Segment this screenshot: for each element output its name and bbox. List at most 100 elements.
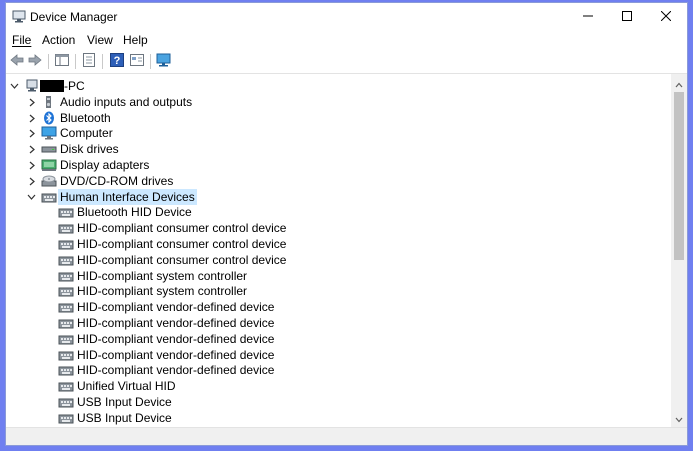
dvd-drive-icon: [41, 174, 57, 188]
hid-device-icon: [58, 379, 74, 393]
tree-device-item[interactable]: USB Input Device: [6, 410, 606, 426]
svg-text:?: ?: [114, 55, 121, 67]
tree-category-computer[interactable]: Computer: [6, 125, 606, 141]
close-button[interactable]: [643, 3, 689, 30]
menu-help[interactable]: Help: [123, 33, 148, 47]
chevron-right-icon[interactable]: [27, 157, 36, 173]
menu-file[interactable]: File: [12, 33, 31, 47]
hid-device-icon: [58, 205, 74, 219]
menu-action[interactable]: Action: [42, 33, 75, 47]
show-hide-tree-button[interactable]: [54, 53, 70, 69]
tree-device-label: Unified Virtual HID: [77, 379, 176, 393]
title-bar[interactable]: Device Manager: [6, 3, 687, 30]
tree-device-label: HID-compliant consumer control device: [77, 221, 287, 235]
back-button[interactable]: [9, 53, 25, 69]
back-arrow-icon: [10, 53, 24, 69]
close-icon: [660, 10, 672, 24]
tree-device-label: HID-compliant consumer control device: [77, 253, 287, 267]
tree-device-label: HID-compliant vendor-defined device: [77, 300, 275, 314]
tree-device-item[interactable]: HID-compliant vendor-defined device: [6, 362, 606, 378]
console-tree-icon: [55, 53, 69, 69]
menu-bar: File Action View Help: [6, 30, 687, 50]
help-button[interactable]: ?: [109, 52, 125, 69]
toolbar-separator: [75, 54, 76, 69]
tree-device-item[interactable]: HID-compliant vendor-defined device: [6, 347, 606, 363]
device-tree: -PC Audio inputs and outputs Bluetooth Com…: [6, 74, 673, 430]
hid-device-icon: [58, 348, 74, 362]
tree-device-item[interactable]: HID-compliant system controller: [6, 268, 606, 284]
tree-device-item[interactable]: HID-compliant consumer control device: [6, 252, 606, 268]
properties-icon: [83, 52, 95, 70]
toolbar-separator: [48, 54, 49, 69]
properties-button[interactable]: [81, 52, 97, 70]
window-title: Device Manager: [30, 10, 118, 24]
tree-device-item[interactable]: HID-compliant consumer control device: [6, 220, 606, 236]
tree-device-label: USB Input Device: [77, 411, 172, 425]
tree-category-audio-inputs-and-outputs[interactable]: Audio inputs and outputs: [6, 94, 606, 110]
computer-icon: [41, 126, 57, 140]
hid-device-icon: [58, 411, 74, 425]
chevron-right-icon[interactable]: [27, 173, 36, 189]
tree-category-bluetooth[interactable]: Bluetooth: [6, 110, 606, 126]
device-manager-app-icon: [12, 10, 26, 23]
vertical-scrollbar[interactable]: [671, 74, 687, 430]
tree-device-item[interactable]: HID-compliant vendor-defined device: [6, 299, 606, 315]
hid-device-icon: [58, 332, 74, 346]
tree-device-item[interactable]: Unified Virtual HID: [6, 378, 606, 394]
toolbar-separator: [150, 54, 151, 69]
tree-device-item[interactable]: HID-compliant consumer control device: [6, 236, 606, 252]
device-manager-window: Device Manager File Action View Help ? -…: [5, 2, 688, 446]
tree-category-label: Audio inputs and outputs: [60, 95, 193, 109]
tree-device-item[interactable]: HID-compliant vendor-defined device: [6, 331, 606, 347]
chevron-down-icon[interactable]: [10, 78, 19, 94]
hid-device-icon: [58, 221, 74, 235]
tree-device-label: HID-compliant vendor-defined device: [77, 348, 275, 362]
hid-device-icon: [58, 269, 74, 283]
tree-device-label: USB Input Device: [77, 395, 172, 409]
tree-category-display-adapters[interactable]: Display adapters: [6, 157, 606, 173]
scan-hardware-button[interactable]: [156, 53, 172, 69]
tree-category-label: Computer: [60, 126, 113, 140]
tree-category-label: Bluetooth: [60, 111, 111, 125]
menu-help-label: Help: [123, 33, 148, 47]
hid-device-icon: [58, 253, 74, 267]
tree-category-dvd-cd-rom-drives[interactable]: DVD/CD-ROM drives: [6, 173, 606, 189]
menu-action-label: Action: [42, 33, 76, 47]
menu-view[interactable]: View: [87, 33, 113, 47]
chevron-down-icon[interactable]: [27, 189, 36, 205]
tree-device-label: Bluetooth HID Device: [77, 205, 192, 219]
computer-pc-icon: [24, 79, 40, 93]
chevron-right-icon[interactable]: [27, 125, 36, 141]
hid-device-icon: [58, 237, 74, 251]
tree-device-item[interactable]: HID-compliant vendor-defined device: [6, 315, 606, 331]
tree-category-label: Disk drives: [60, 142, 119, 156]
tree-device-item[interactable]: HID-compliant system controller: [6, 283, 606, 299]
chevron-right-icon[interactable]: [27, 141, 36, 157]
scroll-down-icon[interactable]: [675, 412, 683, 426]
hid-device-icon: [58, 284, 74, 298]
update-driver-icon: [130, 53, 144, 69]
tree-category-label: DVD/CD-ROM drives: [60, 174, 174, 188]
scan-hardware-icon: [156, 53, 172, 70]
tree-root-label: -PC: [64, 79, 85, 93]
toolbar: ?: [6, 50, 687, 74]
scroll-up-icon[interactable]: [675, 77, 683, 91]
tree-device-item[interactable]: USB Input Device: [6, 394, 606, 410]
tree-device-label: HID-compliant vendor-defined device: [77, 332, 275, 346]
tree-root-pc[interactable]: -PC: [6, 78, 606, 94]
tree-device-item[interactable]: Bluetooth HID Device: [6, 204, 606, 220]
display-adapter-icon: [41, 158, 57, 172]
horizontal-scrollbar[interactable]: [6, 427, 687, 445]
forward-button[interactable]: [27, 53, 43, 69]
maximize-icon: [622, 10, 632, 24]
menu-view-label: View: [87, 33, 113, 47]
vertical-scroll-thumb[interactable]: [674, 92, 684, 260]
speaker-icon: [41, 95, 57, 109]
chevron-right-icon[interactable]: [27, 94, 36, 110]
tree-category-human-interface-devices[interactable]: Human Interface Devices: [6, 189, 606, 205]
tree-device-label: HID-compliant vendor-defined device: [77, 316, 275, 330]
update-driver-button[interactable]: [129, 53, 145, 69]
tree-category-disk-drives[interactable]: Disk drives: [6, 141, 606, 157]
chevron-right-icon[interactable]: [27, 110, 36, 126]
tree-device-label: HID-compliant system controller: [77, 269, 248, 283]
